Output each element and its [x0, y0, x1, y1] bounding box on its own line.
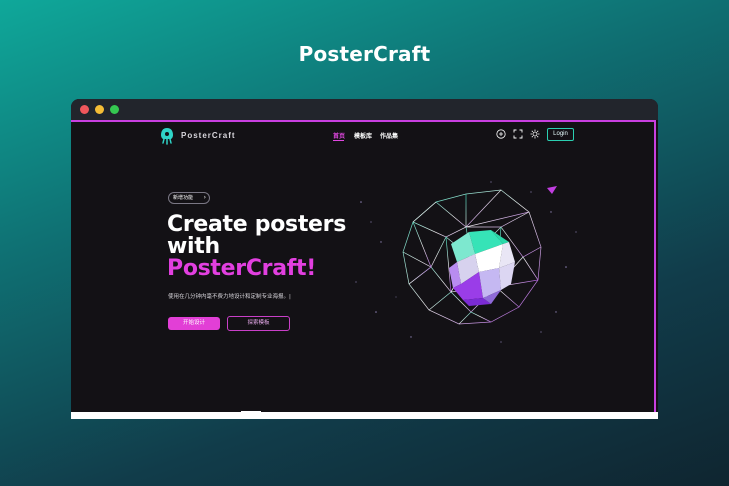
window-bottom-strip — [71, 412, 658, 419]
browser-window: PosterCraft 首页 模板库 作品集 Login 新增功能 › Crea… — [71, 99, 658, 419]
window-titlebar — [71, 99, 658, 120]
minimize-window-dot[interactable] — [95, 105, 104, 114]
page-title: PosterCraft — [298, 42, 431, 66]
scroll-indicator — [241, 411, 261, 413]
maximize-window-dot[interactable] — [110, 105, 119, 114]
close-window-dot[interactable] — [80, 105, 89, 114]
app-frame-border — [71, 120, 656, 414]
